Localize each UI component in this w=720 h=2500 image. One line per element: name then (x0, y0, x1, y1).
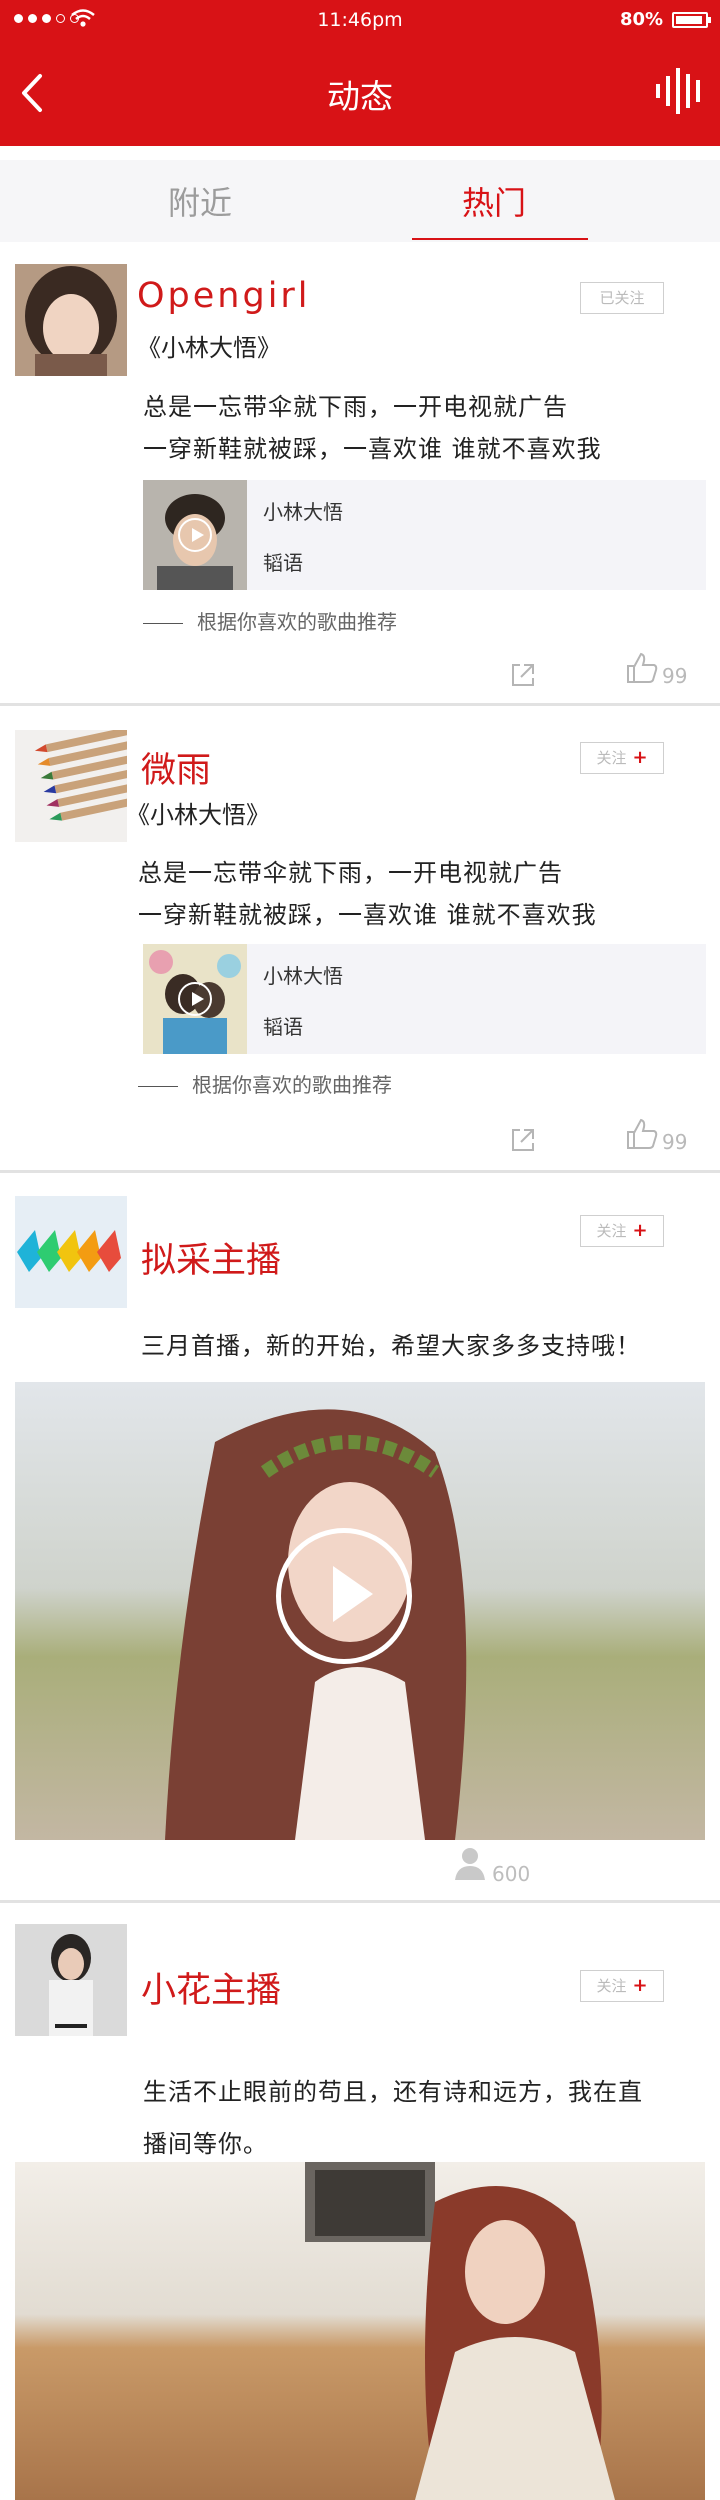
followed-button[interactable]: 已关注 (580, 282, 664, 314)
song-title: 《小林大悟》 (137, 334, 281, 362)
album-thumbnail (143, 944, 247, 1054)
follow-button[interactable]: 关注 + (580, 742, 664, 774)
tab-bar: 附近 热门 (0, 160, 720, 242)
like-count: 99 (662, 664, 688, 688)
like-count: 99 (662, 1130, 688, 1154)
card-song-name: 小林大悟 (263, 500, 343, 524)
avatar[interactable] (15, 264, 127, 376)
share-icon[interactable] (510, 1127, 536, 1153)
card-artist: 韬语 (263, 1015, 303, 1039)
recommend-note: 根据你喜欢的歌曲推荐 (143, 606, 397, 635)
music-card[interactable]: 小林大悟 韬语 (143, 944, 706, 1054)
card-artist: 韬语 (263, 551, 303, 575)
tab-hot[interactable]: 热门 (462, 178, 526, 224)
divider (0, 1170, 720, 1173)
battery-icon (672, 12, 711, 28)
live-video-cover[interactable] (15, 2162, 705, 2500)
avatar[interactable] (15, 730, 127, 842)
card-song-name: 小林大悟 (263, 964, 343, 988)
song-title: 《小林大悟》 (126, 801, 270, 829)
post-text: 生活不止眼前的苟且，还有诗和远方，我在直 播间等你。 (143, 2078, 643, 2158)
divider (0, 703, 720, 706)
viewer-count: 600 (492, 1862, 531, 1886)
music-bars-icon[interactable] (654, 66, 704, 116)
divider (0, 1900, 720, 1903)
tab-nearby[interactable]: 附近 (168, 178, 232, 224)
status-time: 11:46pm (317, 9, 403, 31)
post-text: 总是一忘带伞就下雨，一开电视就广告 一穿新鞋就被踩，一喜欢谁 谁就不喜欢我 (138, 859, 597, 929)
username[interactable]: 小花主播 (141, 1962, 281, 2013)
share-icon[interactable] (510, 662, 536, 688)
battery-percent: 80% (620, 9, 664, 30)
status-bar: 11:46pm 80% (0, 0, 720, 40)
play-icon[interactable] (178, 982, 212, 1016)
live-video-cover[interactable] (15, 1382, 705, 1840)
viewers-icon (455, 1848, 485, 1880)
username[interactable]: 拟采主播 (141, 1232, 281, 1283)
post-text: 总是一忘带伞就下雨，一开电视就广告 一穿新鞋就被踩，一喜欢谁 谁就不喜欢我 (143, 393, 602, 463)
album-thumbnail (143, 480, 247, 590)
username[interactable]: 微雨 (141, 742, 211, 793)
follow-button[interactable]: 关注 + (580, 1215, 664, 1247)
page-title: 动态 (327, 77, 393, 116)
follow-button[interactable]: 关注 + (580, 1970, 664, 2002)
avatar[interactable] (15, 1924, 127, 2036)
like-icon[interactable] (626, 652, 658, 684)
nav-bar: 动态 (0, 40, 720, 146)
post-text: 三月首播，新的开始，希望大家多多支持哦！ (141, 1332, 641, 1360)
recommend-note: 根据你喜欢的歌曲推荐 (138, 1069, 392, 1098)
username[interactable]: Opengirl (137, 276, 311, 316)
play-icon[interactable] (276, 1528, 412, 1664)
like-icon[interactable] (626, 1118, 658, 1150)
play-icon[interactable] (178, 518, 212, 552)
music-card[interactable]: 小林大悟 韬语 (143, 480, 706, 590)
avatar[interactable] (15, 1196, 127, 1308)
tab-indicator (412, 238, 588, 240)
